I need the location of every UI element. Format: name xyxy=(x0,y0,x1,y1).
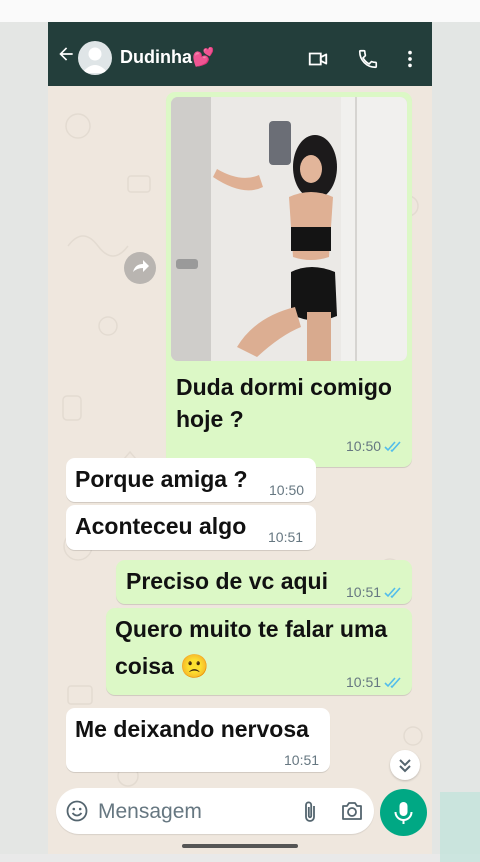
mic-button[interactable] xyxy=(380,789,427,836)
avatar[interactable] xyxy=(78,41,112,75)
message-meta: 10:51 xyxy=(346,674,402,690)
message-photo[interactable] xyxy=(171,97,407,361)
photo-image xyxy=(171,97,407,361)
message-time: 10:51 xyxy=(268,529,304,545)
message-input[interactable]: Mensagem xyxy=(98,800,202,824)
scroll-to-bottom-button[interactable] xyxy=(390,750,420,780)
message-bubble-incoming[interactable]: Aconteceu algo 10:51 xyxy=(66,505,316,550)
camera-icon[interactable] xyxy=(340,800,364,822)
status-strip xyxy=(0,0,480,22)
forward-icon xyxy=(133,260,149,272)
mic-icon xyxy=(394,802,413,824)
message-meta: 10:50 xyxy=(346,438,402,454)
message-composer: Mensagem xyxy=(56,788,374,834)
message-meta: 10:51 xyxy=(346,584,402,600)
message-time: 10:50 xyxy=(346,438,382,454)
message-meta: 10:51 xyxy=(284,752,319,768)
double-check-icon xyxy=(384,676,401,688)
background-left xyxy=(0,22,48,854)
emoji-icon[interactable] xyxy=(65,799,89,823)
double-check-icon xyxy=(384,440,401,452)
video-call-icon[interactable] xyxy=(307,48,329,70)
contact-name[interactable]: Dudinha💕 xyxy=(120,47,214,68)
phone-icon[interactable] xyxy=(357,48,379,70)
message-text: Preciso de vc aqui xyxy=(126,568,328,594)
navigation-handle[interactable] xyxy=(182,844,298,848)
message-bubble-outgoing[interactable]: Quero muito te falar uma coisa 🙁 10:51 xyxy=(106,608,412,695)
message-time: 10:50 xyxy=(269,482,305,498)
message-bubble-incoming[interactable]: Porque amiga ? 10:50 xyxy=(66,458,316,502)
double-check-icon xyxy=(384,586,401,598)
message-bubble-incoming[interactable]: Me deixando nervosa 10:51 xyxy=(66,708,330,772)
message-time: 10:51 xyxy=(346,584,382,600)
attach-icon[interactable] xyxy=(300,800,320,824)
message-text-line: Quero muito te falar uma xyxy=(115,616,388,642)
message-text: Aconteceu algo xyxy=(75,513,247,539)
message-caption-line: hoje ? xyxy=(176,406,244,432)
message-time: 10:51 xyxy=(284,752,320,768)
message-time: 10:51 xyxy=(346,674,382,690)
message-bubble-outgoing[interactable]: Duda dormi comigo hoje ? 10:50 xyxy=(166,92,412,467)
message-text: Me deixando nervosa xyxy=(75,716,309,742)
message-bubble-outgoing[interactable]: Preciso de vc aqui 10:51 xyxy=(116,560,412,604)
background-right xyxy=(432,22,480,862)
back-arrow-icon[interactable] xyxy=(56,44,76,64)
chat-header: Dudinha💕 xyxy=(48,22,432,86)
message-meta: 10:50 xyxy=(269,482,304,498)
forward-button[interactable] xyxy=(124,252,156,284)
message-text: Porque amiga ? xyxy=(75,466,248,492)
message-text-line: coisa 🙁 xyxy=(115,653,209,679)
chat-screen: Dudinha💕 Duda dormi comigo hoje ? 10:50 … xyxy=(48,22,432,854)
message-caption-line: Duda dormi comigo xyxy=(176,374,392,400)
message-meta: 10:51 xyxy=(268,529,303,545)
more-vert-icon[interactable] xyxy=(399,48,421,70)
chevron-down-icon xyxy=(399,759,411,773)
